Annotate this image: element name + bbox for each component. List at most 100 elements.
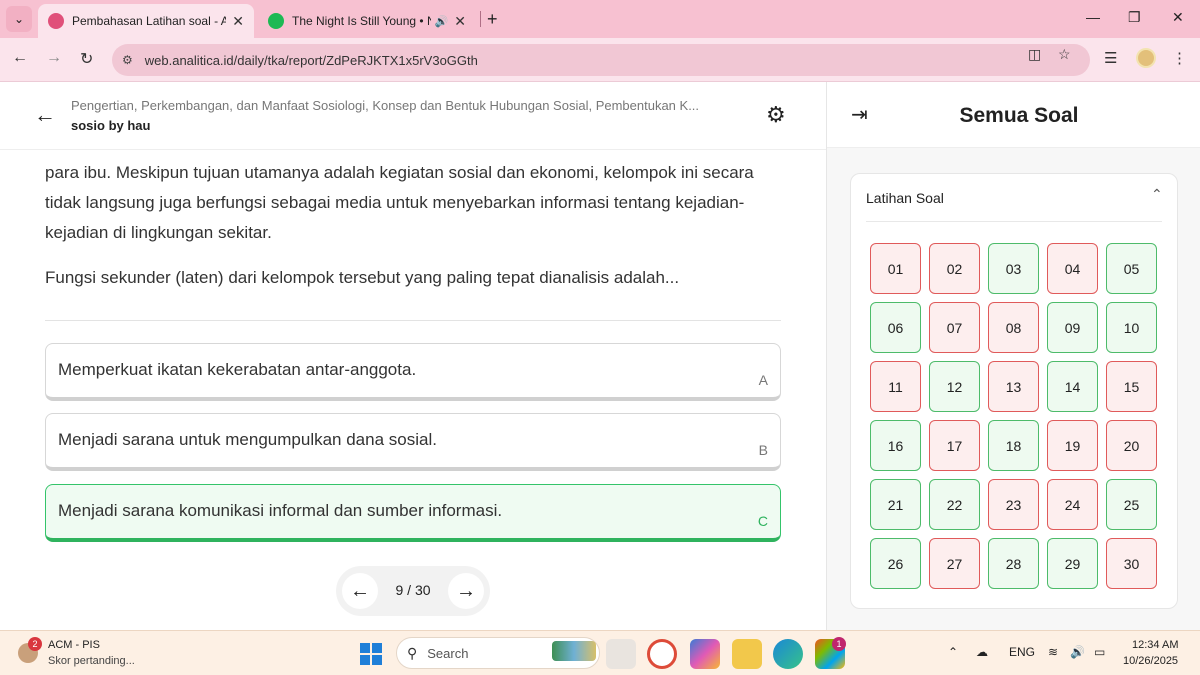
- new-tab-plus-icon[interactable]: +: [487, 9, 498, 30]
- news-subtitle[interactable]: Skor pertanding...: [48, 655, 135, 667]
- question-number-13[interactable]: 13: [988, 361, 1039, 412]
- wifi-icon[interactable]: ≋: [1048, 645, 1058, 659]
- question-number-05[interactable]: 05: [1106, 243, 1157, 294]
- question-number-17[interactable]: 17: [929, 420, 980, 471]
- back-arrow-icon[interactable]: ←: [34, 102, 56, 128]
- tab-pembahasan[interactable]: Pembahasan Latihan soal - Ana ✕: [38, 4, 254, 38]
- answer-option-a[interactable]: Memperkuat ikatan kekerabatan antar-angg…: [45, 343, 781, 401]
- question-number-grid: 01 02 03 04 05 06 07 08 09 10 11 12 13 14 15 16 17 18 19 20…: [870, 243, 1160, 589]
- question-number-19[interactable]: 19: [1047, 420, 1098, 471]
- question-number-08[interactable]: 08: [988, 302, 1039, 353]
- store-badge: 1: [832, 637, 846, 651]
- file-explorer-icon[interactable]: [732, 639, 762, 669]
- option-text: Memperkuat ikatan kekerabatan antar-angg…: [58, 360, 417, 379]
- option-text: Menjadi sarana komunikasi informal dan s…: [58, 501, 503, 520]
- close-tab-icon[interactable]: ✕: [454, 13, 466, 30]
- question-number-28[interactable]: 28: [988, 538, 1039, 589]
- forward-arrow-icon[interactable]: →: [46, 49, 62, 67]
- show-hidden-icons-chevron-icon[interactable]: ⌃: [948, 645, 958, 659]
- volume-icon[interactable]: 🔊: [1070, 645, 1085, 659]
- question-number-29[interactable]: 29: [1047, 538, 1098, 589]
- tab-title: The Night Is Still Young • Ni: [292, 14, 431, 28]
- question-number-22[interactable]: 22: [929, 479, 980, 530]
- question-number-01[interactable]: 01: [870, 243, 921, 294]
- question-number-12[interactable]: 12: [929, 361, 980, 412]
- tab-search-chevron-icon[interactable]: ⌄: [6, 6, 32, 32]
- chevron-up-icon[interactable]: ⌃: [1151, 186, 1163, 203]
- question-number-21[interactable]: 21: [870, 479, 921, 530]
- news-badge: 2: [28, 637, 42, 651]
- question-number-23[interactable]: 23: [988, 479, 1039, 530]
- analitica-favicon-icon: [48, 13, 64, 29]
- chrome-icon[interactable]: [647, 639, 677, 669]
- next-question-button[interactable]: →: [448, 573, 484, 609]
- question-number-24[interactable]: 24: [1047, 479, 1098, 530]
- question-number-03[interactable]: 03: [988, 243, 1039, 294]
- question-number-07[interactable]: 07: [929, 302, 980, 353]
- reload-icon[interactable]: ↻: [80, 49, 93, 69]
- spotify-favicon-icon: [268, 13, 284, 29]
- address-url: web.analitica.id/daily/tka/report/ZdPeRJ…: [144, 52, 478, 68]
- question-number-25[interactable]: 25: [1106, 479, 1157, 530]
- clock-time[interactable]: 12:34 AM: [1132, 639, 1178, 651]
- clock-date[interactable]: 10/26/2025: [1123, 655, 1178, 667]
- question-number-02[interactable]: 02: [929, 243, 980, 294]
- minimize-icon[interactable]: —: [1086, 9, 1100, 25]
- question-number-15[interactable]: 15: [1106, 361, 1157, 412]
- windows-start-icon[interactable]: [360, 643, 382, 665]
- option-letter: B: [758, 442, 768, 458]
- news-title[interactable]: ACM - PIS: [48, 639, 100, 651]
- answer-option-c[interactable]: Menjadi sarana komunikasi informal dan s…: [45, 484, 781, 542]
- edge-icon[interactable]: [773, 639, 803, 669]
- question-number-06[interactable]: 06: [870, 302, 921, 353]
- topic-breadcrumb: Pengertian, Perkembangan, dan Manfaat So…: [71, 98, 700, 113]
- tab-title: Pembahasan Latihan soal - Ana: [72, 14, 227, 28]
- bookmark-star-icon[interactable]: ☆: [1058, 46, 1071, 63]
- windows-taskbar: 2 ACM - PIS Skor pertanding... ⚲ Search …: [0, 630, 1200, 675]
- close-window-icon[interactable]: ✕: [1172, 9, 1184, 26]
- restore-icon[interactable]: ❐: [1128, 9, 1141, 26]
- question-pager: ← 9 / 30 →: [336, 566, 490, 616]
- profile-avatar[interactable]: [1136, 48, 1156, 68]
- option-text: Menjadi sarana untuk mengumpulkan dana s…: [58, 430, 437, 449]
- divider: [45, 320, 781, 321]
- question-number-18[interactable]: 18: [988, 420, 1039, 471]
- question-number-30[interactable]: 30: [1106, 538, 1157, 589]
- question-text: para ibu. Meskipun tujuan utamanya adala…: [45, 163, 754, 242]
- site-info-icon[interactable]: ⚙: [122, 53, 133, 67]
- question-prompt: Fungsi sekunder (laten) dari kelompok te…: [45, 268, 680, 287]
- tab-spotify[interactable]: The Night Is Still Young • Ni 🔊 ✕: [258, 4, 476, 38]
- question-number-11[interactable]: 11: [870, 361, 921, 412]
- browser-toolbar: ← → ↻ ⚙ web.analitica.id/daily/tka/repor…: [0, 38, 1200, 82]
- settings-gear-icon[interactable]: ⚙: [766, 102, 786, 128]
- cloud-icon[interactable]: ☁: [976, 645, 988, 659]
- language-indicator[interactable]: ENG: [1009, 645, 1035, 659]
- tab-divider: [480, 11, 481, 27]
- question-number-26[interactable]: 26: [870, 538, 921, 589]
- question-number-16[interactable]: 16: [870, 420, 921, 471]
- panel-title: Semua Soal: [959, 104, 1079, 127]
- close-tab-icon[interactable]: ✕: [232, 13, 244, 30]
- install-app-icon[interactable]: ◫: [1028, 46, 1041, 63]
- menu-kebab-icon[interactable]: ⋮: [1172, 49, 1187, 67]
- question-number-09[interactable]: 09: [1047, 302, 1098, 353]
- question-number-04[interactable]: 04: [1047, 243, 1098, 294]
- question-number-27[interactable]: 27: [929, 538, 980, 589]
- back-arrow-icon[interactable]: ←: [12, 49, 28, 67]
- search-label: Search: [427, 645, 469, 661]
- section-title: Latihan Soal: [866, 190, 944, 206]
- speaker-icon[interactable]: 🔊: [435, 15, 449, 28]
- question-number-20[interactable]: 20: [1106, 420, 1157, 471]
- answer-option-b[interactable]: Menjadi sarana untuk mengumpulkan dana s…: [45, 413, 781, 471]
- option-letter: A: [758, 372, 768, 388]
- question-area: para ibu. Meskipun tujuan utamanya adala…: [0, 150, 826, 550]
- address-bar[interactable]: ⚙ web.analitica.id/daily/tka/report/ZdPe…: [112, 44, 1090, 76]
- battery-icon[interactable]: ▭: [1094, 645, 1105, 659]
- question-number-10[interactable]: 10: [1106, 302, 1157, 353]
- option-letter: C: [757, 513, 768, 529]
- question-number-14[interactable]: 14: [1047, 361, 1098, 412]
- copilot-icon[interactable]: [690, 639, 720, 669]
- task-view-icon[interactable]: [606, 639, 636, 669]
- media-queue-icon[interactable]: ☰: [1104, 49, 1117, 67]
- section-divider: [866, 221, 1162, 222]
